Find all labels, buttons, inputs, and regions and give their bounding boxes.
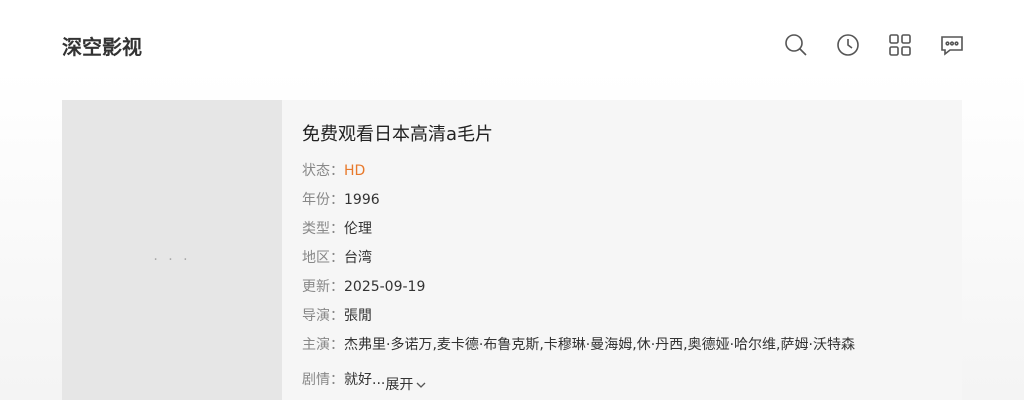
updated-value: 2025-09-19 xyxy=(344,279,426,295)
plot-label: 剧情： xyxy=(302,372,344,388)
cast-label: 主演： xyxy=(302,337,344,353)
search-icon[interactable] xyxy=(784,33,808,57)
genre-row: 类型： 伦理 xyxy=(302,219,962,248)
expand-plot-button[interactable]: 展开 xyxy=(385,370,427,399)
expand-plot-label: 展开 xyxy=(385,376,414,393)
director-label: 导演： xyxy=(302,308,344,324)
grid-icon[interactable] xyxy=(888,33,912,57)
history-icon[interactable] xyxy=(836,33,860,57)
year-value[interactable]: 1996 xyxy=(344,190,380,219)
director-row: 导演： 張閒 xyxy=(302,306,962,335)
year-label: 年份： xyxy=(302,192,344,208)
video-info: 免费观看日本高清a毛片 状态： HD 年份： 1996 类型： 伦理 地区： 台… xyxy=(282,100,962,400)
genre-label: 类型： xyxy=(302,221,344,237)
cast-row: 主演： 杰弗里·多诺万,麦卡德·布鲁克斯,卡穆琳·曼海姆,休·丹西,奥德娅·哈尔… xyxy=(302,335,962,364)
video-title: 免费观看日本高清a毛片 xyxy=(302,124,494,145)
cast-value[interactable]: 杰弗里·多诺万,麦卡德·布鲁克斯,卡穆琳·曼海姆,休·丹西,奥德娅·哈尔维,萨姆… xyxy=(344,335,855,364)
chevron-down-icon xyxy=(416,382,426,388)
poster-loading-placeholder: · · · xyxy=(153,252,191,268)
status-row: 状态： HD xyxy=(302,161,962,190)
director-value[interactable]: 張閒 xyxy=(344,306,372,335)
updated-label: 更新： xyxy=(302,279,344,295)
message-icon[interactable] xyxy=(940,33,964,57)
page: 深空影视 · · · 免费观看日本高清a毛片 状态： HD 年份： 1996 类… xyxy=(0,0,1024,400)
status-label: 状态： xyxy=(302,163,344,179)
status-value: HD xyxy=(344,163,366,179)
region-row: 地区： 台湾 xyxy=(302,248,962,277)
plot-value: 就好... xyxy=(344,372,386,388)
region-value[interactable]: 台湾 xyxy=(344,248,372,277)
video-detail-card: · · · 免费观看日本高清a毛片 状态： HD 年份： 1996 类型： 伦理… xyxy=(62,100,962,400)
poster-image[interactable]: · · · xyxy=(62,100,282,400)
genre-value[interactable]: 伦理 xyxy=(344,219,372,248)
plot-row: 剧情： 就好... 展开 xyxy=(302,370,962,399)
year-row: 年份： 1996 xyxy=(302,190,962,219)
site-logo[interactable]: 深空影视 xyxy=(62,31,142,60)
header-actions xyxy=(784,33,964,57)
updated-row: 更新： 2025-09-19 xyxy=(302,277,962,306)
header: 深空影视 xyxy=(62,22,964,68)
region-label: 地区： xyxy=(302,250,344,266)
